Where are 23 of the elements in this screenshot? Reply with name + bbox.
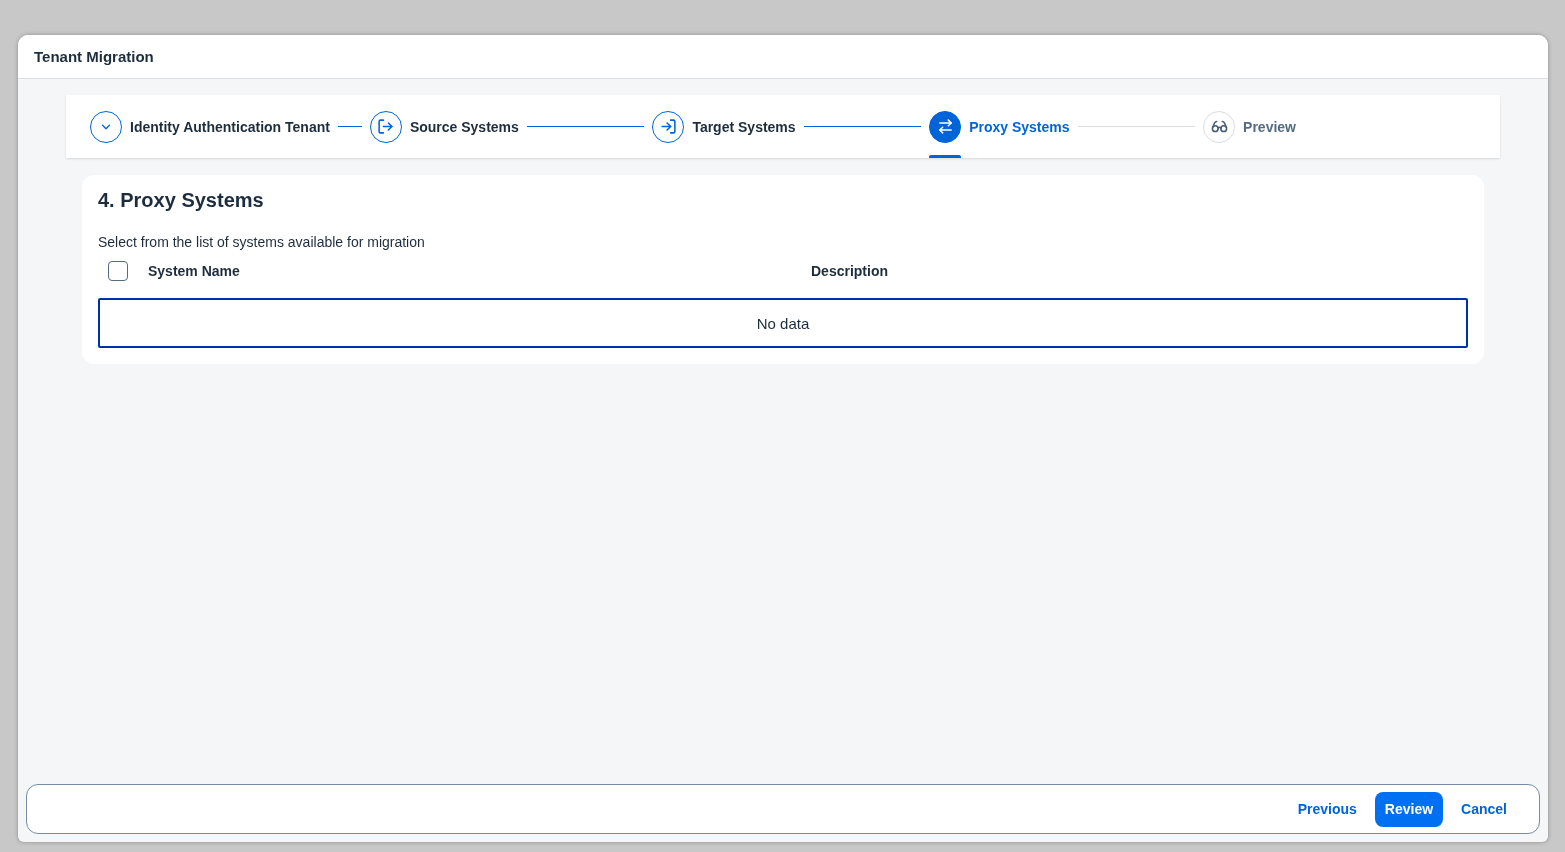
- section-heading: 4. Proxy Systems: [98, 189, 265, 212]
- step-label[interactable]: Identity Authentication Tenant: [130, 118, 330, 135]
- step-label[interactable]: Target Systems: [692, 118, 796, 135]
- column-header: Description: [811, 263, 888, 279]
- section-description: Select from the list of systems available for migration: [98, 234, 426, 250]
- column-header: System Name: [148, 263, 241, 279]
- primary-button[interactable]: Review: [1374, 791, 1444, 827]
- select-all-checkbox[interactable]: [108, 261, 128, 281]
- step-circle[interactable]: [369, 110, 402, 143]
- no-data-message: No data: [98, 298, 1468, 348]
- glasses-icon: [1210, 118, 1228, 135]
- dialog-title: Tenant Migration: [34, 48, 154, 65]
- enter-arrow-icon: [659, 118, 677, 135]
- step-label[interactable]: Proxy Systems: [969, 118, 1070, 135]
- step-circle[interactable]: [652, 110, 685, 143]
- selected-step-indicator: [929, 155, 962, 158]
- step-label[interactable]: Source Systems: [409, 118, 519, 135]
- footer-button[interactable]: Cancel: [1451, 791, 1517, 827]
- swap-arrows-icon: [936, 118, 954, 135]
- step-circle[interactable]: [929, 110, 962, 143]
- footer-button[interactable]: Previous: [1287, 791, 1367, 827]
- step-label[interactable]: Preview: [1243, 118, 1296, 135]
- step-circle[interactable]: [90, 110, 122, 143]
